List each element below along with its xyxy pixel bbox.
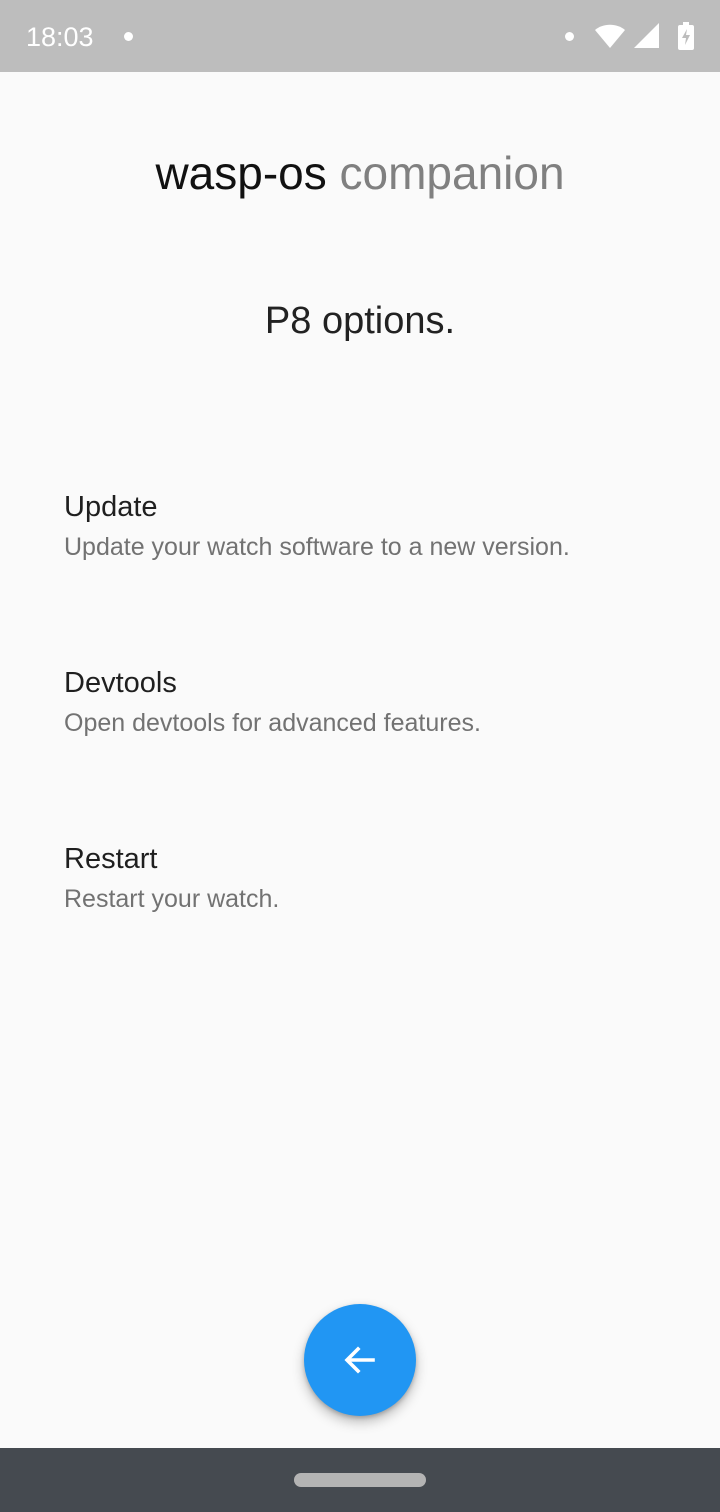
devtools-option[interactable]: Devtools Open devtools for advanced feat… <box>0 665 720 815</box>
option-subtitle: Restart your watch. <box>64 885 280 913</box>
option-title: Restart <box>64 843 158 875</box>
app-title-primary: wasp-os <box>155 147 327 199</box>
restart-option[interactable]: Restart Restart your watch. <box>0 841 720 991</box>
page-heading: P8 options. <box>264 300 456 342</box>
arrow-back-icon <box>344 1346 375 1374</box>
wifi-icon <box>595 24 625 48</box>
dot-icon <box>565 32 574 41</box>
option-subtitle: Open devtools for advanced features. <box>64 709 481 737</box>
option-title: Update <box>64 491 158 523</box>
app-title: wasp-os companion <box>0 146 720 200</box>
notification-dot-icon <box>124 32 133 41</box>
app-title-secondary: companion <box>339 147 565 199</box>
option-subtitle: Update your watch software to a new vers… <box>64 533 570 561</box>
status-bar: 18:03 <box>0 0 720 72</box>
status-time: 18:03 <box>26 22 94 52</box>
option-title: Devtools <box>64 667 177 699</box>
cellular-signal-icon <box>634 23 659 48</box>
navigation-bar <box>0 1448 720 1512</box>
battery-charging-icon <box>678 22 694 50</box>
home-gesture-handle[interactable] <box>294 1473 426 1487</box>
update-option[interactable]: Update Update your watch software to a n… <box>0 489 720 639</box>
back-button[interactable] <box>304 1304 416 1416</box>
